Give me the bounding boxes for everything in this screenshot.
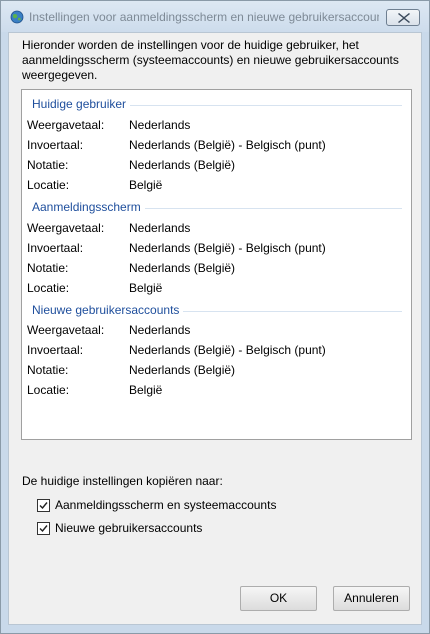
row-value: Nederlands (België) xyxy=(129,158,236,172)
group-header-login-screen: Aanmeldingsscherm xyxy=(32,200,402,215)
row-value: Nederlands xyxy=(129,118,191,132)
group-header-current-user: Huidige gebruiker xyxy=(32,97,402,112)
row-value: België xyxy=(129,383,163,397)
row-label: Notatie: xyxy=(27,261,69,275)
checkbox-label[interactable]: Aanmeldingsscherm en systeemaccounts xyxy=(55,498,276,512)
globe-icon xyxy=(10,10,24,24)
row-label: Notatie: xyxy=(27,158,69,172)
row-label: Invoertaal: xyxy=(27,343,84,357)
copy-settings-label: De huidige instellingen kopiëren naar: xyxy=(22,474,223,488)
row-value: Nederlands (België) - Belgisch (punt) xyxy=(129,138,326,152)
row-value: België xyxy=(129,281,163,295)
group-header-new-accounts: Nieuwe gebruikersaccounts xyxy=(32,303,402,318)
row-value: Nederlands xyxy=(129,221,191,235)
checkmark-icon xyxy=(39,525,48,533)
checkbox-label[interactable]: Nieuwe gebruikersaccounts xyxy=(55,521,202,535)
title-bar[interactable]: Instellingen voor aanmeldingsscherm en n… xyxy=(1,1,429,32)
group-title: Nieuwe gebruikersaccounts xyxy=(32,303,184,317)
row-label: Weergavetaal: xyxy=(27,221,105,235)
row-label: Notatie: xyxy=(27,363,69,377)
new-accounts-checkbox[interactable] xyxy=(37,522,50,535)
row-value: België xyxy=(129,178,163,192)
row-value: Nederlands xyxy=(129,323,191,337)
login-screen-checkbox[interactable] xyxy=(37,499,50,512)
row-value: Nederlands (België) - Belgisch (punt) xyxy=(129,343,326,357)
dialog-body: Hieronder worden de instellingen voor de… xyxy=(8,32,422,625)
row-label: Invoertaal: xyxy=(27,138,84,152)
row-label: Locatie: xyxy=(27,383,70,397)
close-icon xyxy=(398,13,410,23)
cancel-button[interactable]: Annuleren xyxy=(333,586,410,611)
row-label: Locatie: xyxy=(27,281,70,295)
row-label: Weergavetaal: xyxy=(27,323,105,337)
checkmark-icon xyxy=(39,502,48,510)
row-label: Locatie: xyxy=(27,178,70,192)
row-value: Nederlands (België) xyxy=(129,363,236,377)
row-label: Invoertaal: xyxy=(27,241,84,255)
dialog-window: Instellingen voor aanmeldingsscherm en n… xyxy=(0,0,430,634)
group-title: Aanmeldingsscherm xyxy=(32,200,145,214)
settings-list[interactable]: Huidige gebruiker Weergavetaal: Nederlan… xyxy=(21,89,412,440)
close-button[interactable] xyxy=(386,9,420,26)
ok-button[interactable]: OK xyxy=(240,586,317,611)
row-value: Nederlands (België) xyxy=(129,261,236,275)
row-label: Weergavetaal: xyxy=(27,118,105,132)
window-title: Instellingen voor aanmeldingsscherm en n… xyxy=(29,10,379,24)
group-title: Huidige gebruiker xyxy=(32,97,131,111)
row-value: Nederlands (België) - Belgisch (punt) xyxy=(129,241,326,255)
intro-text: Hieronder worden de instellingen voor de… xyxy=(22,38,399,82)
